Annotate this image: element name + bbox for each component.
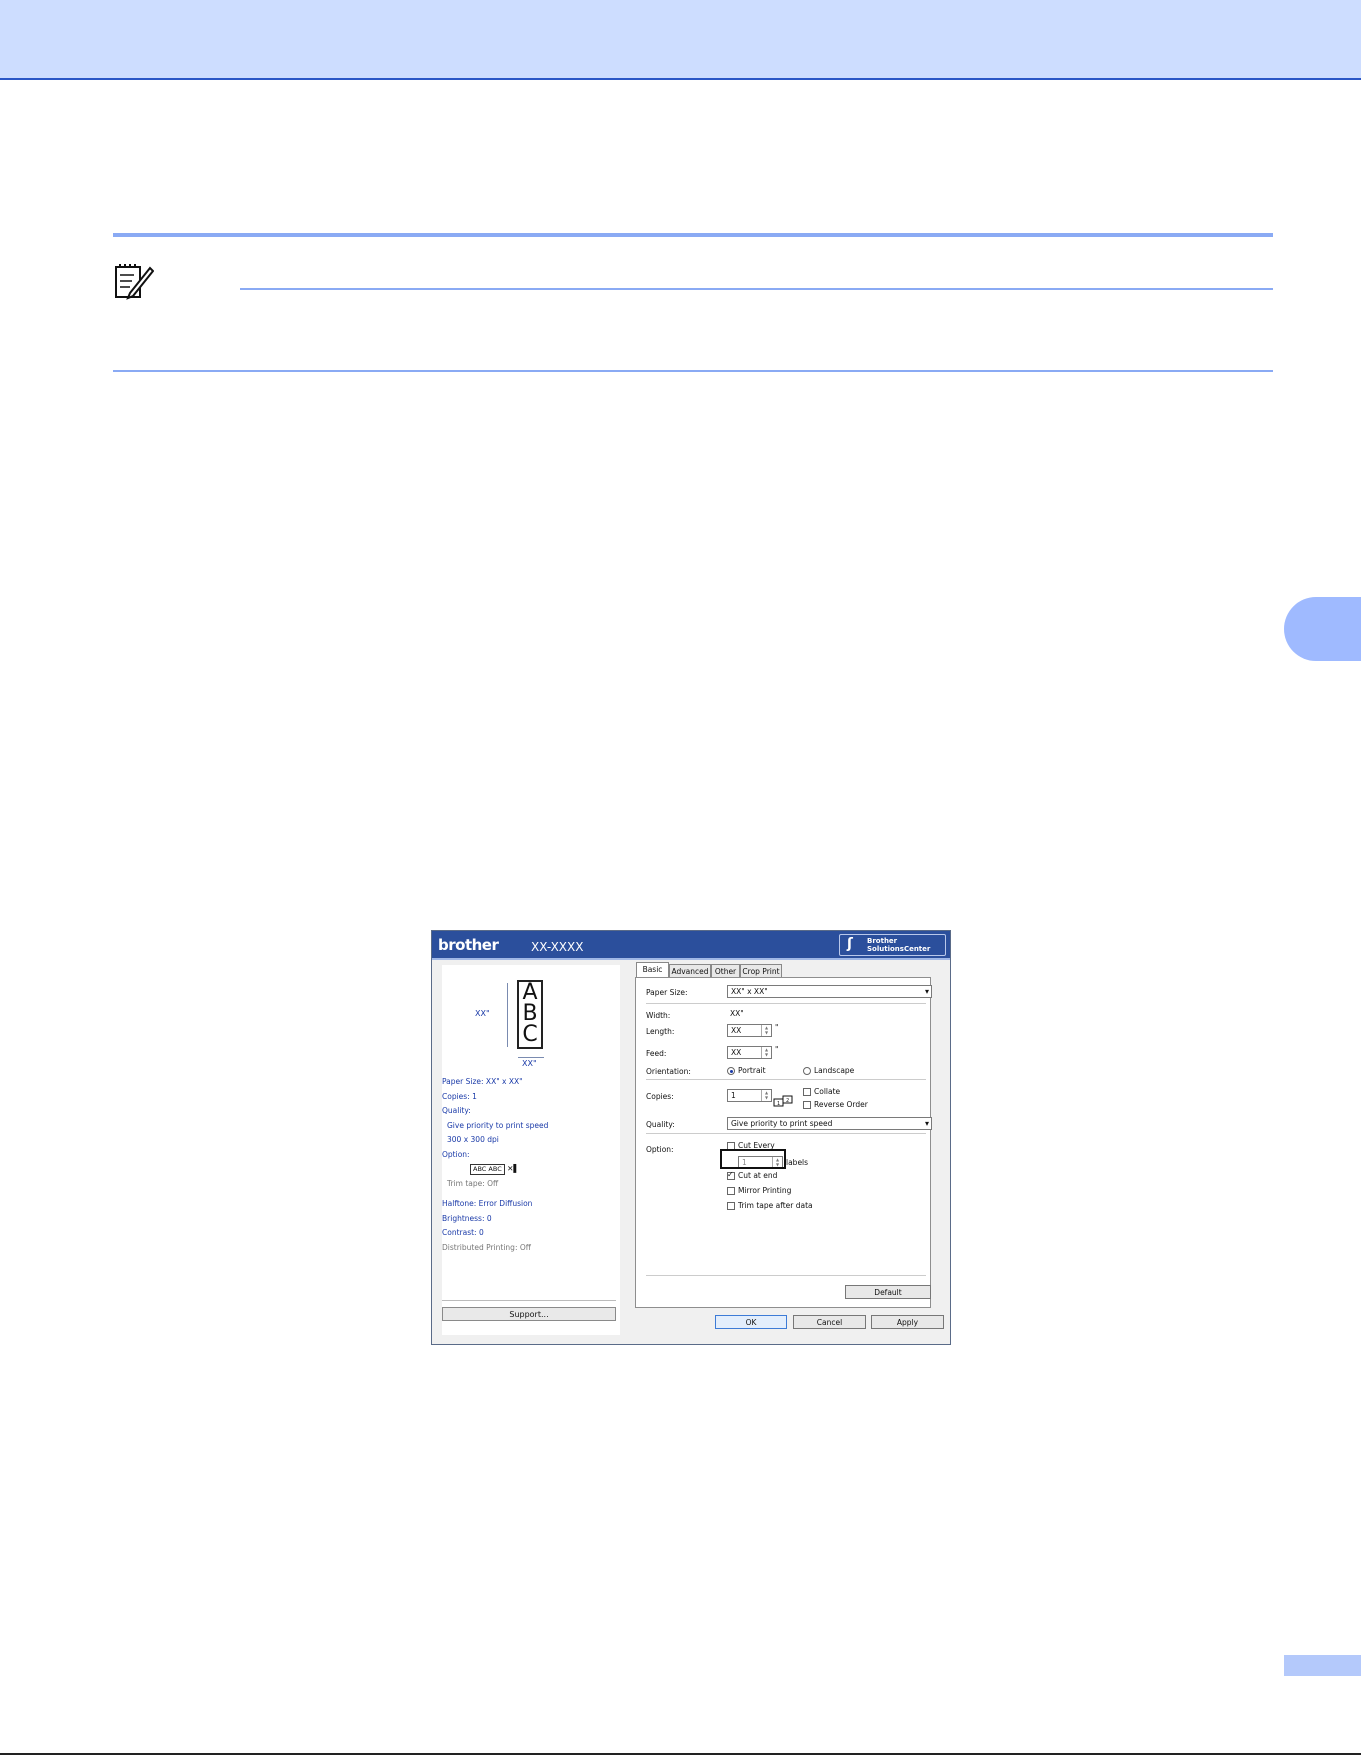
cut-every-highlight-box [720,1149,786,1169]
summary-contrast: Contrast: 0 [442,1228,484,1237]
height-dimension-line [507,983,508,1047]
settings-summary: Paper Size: XX" x XX" Copies: 1 Quality:… [442,1075,617,1255]
page-number-tab [1284,1655,1361,1676]
basic-tab-panel: Paper Size: XX" x XX" Width: XX" Length:… [635,977,932,1308]
mirror-printing-checkbox[interactable] [727,1187,735,1195]
quality-label: Quality: [646,1120,675,1129]
summary-paper-size: Paper Size: XX" x XX" [442,1077,523,1086]
footer-rule [0,1753,1361,1755]
cut-at-end-checkbox[interactable] [727,1170,735,1180]
separator [646,1079,926,1080]
tab-crop-print[interactable]: Crop Print [740,964,782,978]
solutions-center-line2: SolutionsCenter [867,945,931,953]
preview-letters: ABC [517,980,543,1049]
collate-label: Collate [814,1087,841,1096]
width-label: Width: [646,1011,671,1020]
landscape-radio[interactable] [803,1067,811,1075]
height-dimension-label: XX" [475,1009,490,1018]
summary-distributed-printing: Distributed Printing: Off [442,1242,531,1252]
page-header-band [0,0,1361,80]
feed-label: Feed: [646,1049,667,1058]
cut-mark-icon: ✕▌ [507,1164,520,1173]
apply-button[interactable]: Apply [871,1315,944,1329]
mirror-printing-label: Mirror Printing [738,1186,792,1195]
label-preview: XX" ABC XX" [447,969,612,1074]
solutions-center-line1: Brother [867,937,898,945]
copies-spin-arrows-icon[interactable]: ▲ ▼ [761,1090,771,1101]
length-unit: " [775,1023,779,1032]
summary-copies: Copies: 1 [442,1091,477,1101]
swirl-icon: ʃ [847,936,853,952]
tab-advanced[interactable]: Advanced [669,964,711,978]
trim-tape-label: Trim tape after data [738,1201,813,1210]
separator [646,1003,926,1004]
reverse-order-checkbox[interactable] [803,1101,811,1109]
pencil-note-icon [115,264,154,300]
note-top-rule [113,233,1273,237]
collate-pages-icon: 1 2 [773,1095,793,1107]
length-value: XX [731,1026,742,1035]
model-name: XX-XXXX [531,940,584,954]
settings-summary-panel: XX" ABC XX" Paper Size: XX" x XX" Copies… [442,965,620,1335]
option-sample-label: ABC ABC [470,1164,505,1175]
copies-label: Copies: [646,1092,674,1101]
default-button[interactable]: Default [845,1285,931,1299]
summary-brightness: Brightness: 0 [442,1213,492,1223]
trim-tape-checkbox[interactable] [727,1202,735,1210]
paper-size-select[interactable]: XX" x XX" [727,985,932,998]
support-separator [442,1300,616,1301]
chapter-tab [1284,597,1361,661]
feed-value: XX [731,1048,742,1057]
width-dimension-line [518,1057,544,1058]
paper-size-label: Paper Size: [646,988,688,997]
ok-button[interactable]: OK [715,1315,787,1329]
option-label: Option: [646,1145,674,1154]
solutions-center-button[interactable]: ʃ Brother SolutionsCenter [839,934,946,956]
cancel-button[interactable]: Cancel [793,1315,866,1329]
orientation-label: Orientation: [646,1067,691,1076]
collate-checkbox[interactable] [803,1088,811,1096]
quality-select[interactable]: Give priority to print speed [727,1117,932,1130]
summary-halftone: Halftone: Error Diffusion [442,1199,533,1208]
svg-text:1: 1 [777,1101,780,1107]
portrait-label: Portrait [738,1066,766,1075]
width-dimension-label: XX" [522,1059,537,1068]
feed-unit: " [775,1045,779,1054]
note-rule [240,288,1273,290]
portrait-radio[interactable] [727,1067,735,1075]
summary-trim-tape: Trim tape: Off [447,1178,499,1188]
summary-quality-value: Give priority to print speed [447,1120,549,1130]
summary-quality: Quality: [442,1106,471,1115]
tab-other[interactable]: Other [711,964,740,978]
copies-value: 1 [731,1091,736,1100]
length-spin-arrows-icon[interactable]: ▲ ▼ [761,1025,771,1036]
summary-resolution: 300 x 300 dpi [447,1135,499,1144]
support-button[interactable]: Support... [442,1307,616,1321]
separator [646,1275,926,1276]
labels-text: labels [786,1158,809,1167]
dialog-header: brother XX-XXXX ʃ Brother SolutionsCente… [432,931,950,960]
reverse-order-label: Reverse Order [814,1100,868,1109]
svg-text:2: 2 [786,1098,789,1104]
copies-input[interactable]: 1 ▲ ▼ [727,1089,772,1102]
landscape-label: Landscape [814,1066,855,1075]
cut-at-end-label: Cut at end [738,1171,778,1180]
width-value: XX" [730,1009,744,1018]
separator [646,1133,926,1134]
feed-spin-arrows-icon[interactable]: ▲ ▼ [761,1047,771,1058]
printing-preferences-dialog: brother XX-XXXX ʃ Brother SolutionsCente… [431,930,951,1345]
feed-input[interactable]: XX ▲ ▼ [727,1046,772,1059]
brother-logo: brother [438,936,499,954]
summary-option: Option: [442,1149,470,1159]
length-input[interactable]: XX ▲ ▼ [727,1024,772,1037]
length-label: Length: [646,1027,675,1036]
note-bottom-rule [113,370,1273,372]
